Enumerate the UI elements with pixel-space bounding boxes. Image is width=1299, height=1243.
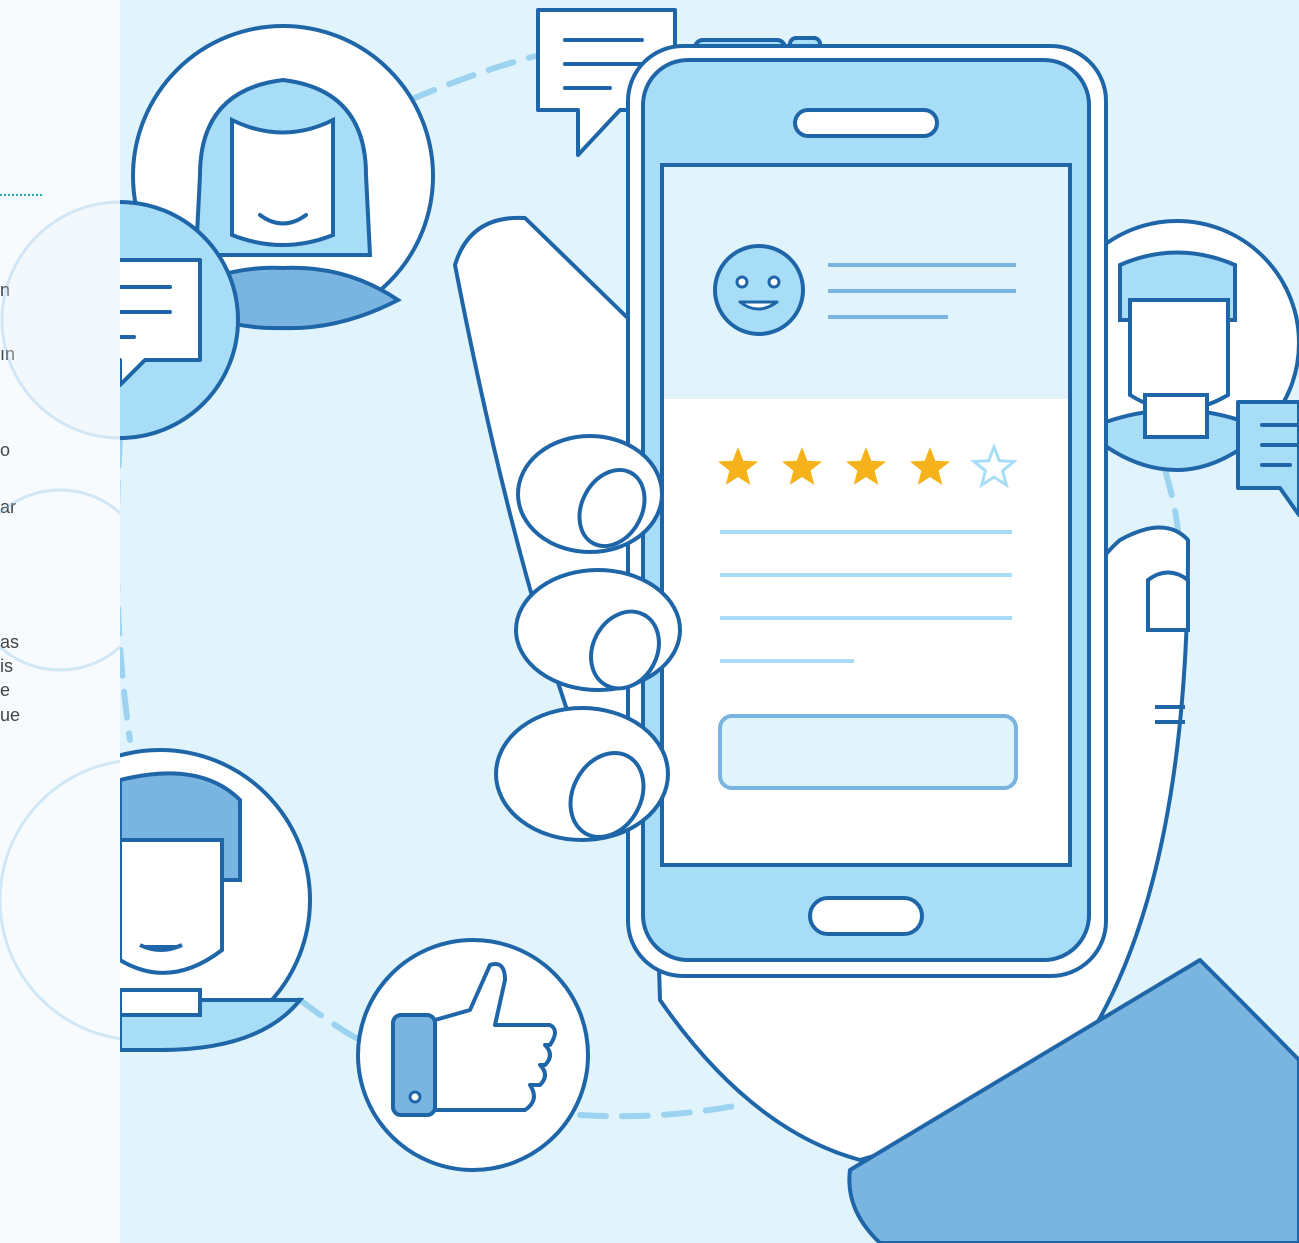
thumbs-up-icon: [356, 938, 590, 1172]
smartphone-icon: [626, 36, 1108, 978]
faded-bubbles: [0, 200, 120, 1041]
review-illustration: [120, 0, 1299, 1243]
finger-tips: [494, 434, 682, 842]
submit-review-button[interactable]: [718, 714, 1018, 790]
smiley-face-icon: [713, 244, 805, 336]
left-text-panel: n ın o ar as is e ue: [0, 0, 120, 1243]
